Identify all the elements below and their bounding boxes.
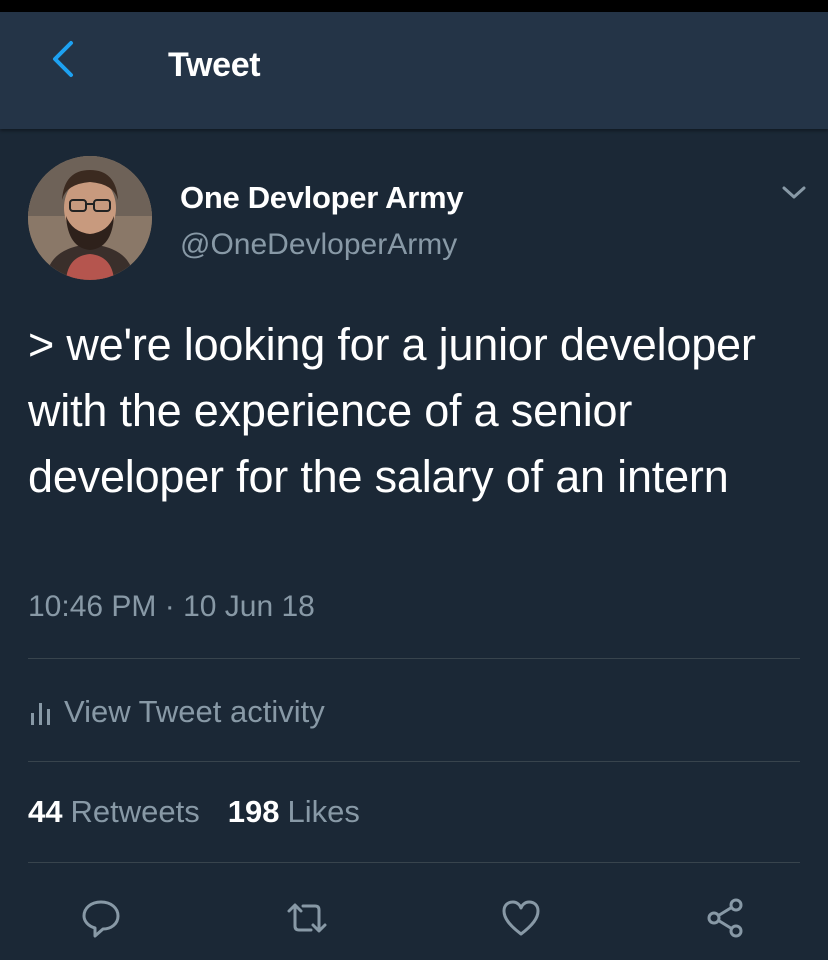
back-button[interactable] [40, 36, 86, 82]
likes-stat[interactable]: 198 Likes [228, 794, 360, 830]
user-handle[interactable]: @OneDevloperArmy [180, 228, 457, 262]
comment-icon [82, 900, 120, 938]
tweet-menu-button[interactable] [774, 178, 814, 208]
activity-label: View Tweet activity [64, 694, 325, 729]
bar-chart-icon [31, 703, 50, 725]
back-chevron-icon [53, 41, 73, 77]
divider [28, 658, 800, 659]
reply-button[interactable] [76, 893, 126, 943]
divider [28, 761, 800, 762]
tweet-stats: 44 Retweets 198 Likes [28, 794, 360, 830]
tweet-timestamp: 10:46 PM · 10 Jun 18 [28, 590, 315, 623]
page-title: Tweet [168, 46, 261, 84]
share-icon [707, 898, 743, 938]
likes-label: Likes [287, 794, 360, 829]
tweet-author: One Devloper Army @OneDevloperArmy [28, 156, 808, 286]
avatar-image [28, 156, 152, 280]
chevron-down-icon [782, 186, 806, 199]
divider [28, 862, 800, 863]
view-tweet-activity-button[interactable]: View Tweet activity [28, 690, 325, 734]
share-button[interactable] [700, 893, 750, 943]
tweet-text: > we're looking for a junior developer w… [28, 319, 756, 502]
heart-icon [502, 900, 540, 936]
likes-count: 198 [227, 794, 280, 829]
app-bar: Tweet [0, 12, 828, 129]
status-bar [0, 0, 828, 12]
retweets-label: Retweets [70, 794, 200, 829]
retweet-button[interactable] [282, 893, 332, 943]
display-name[interactable]: One Devloper Army [180, 180, 463, 216]
retweets-stat[interactable]: 44 Retweets [28, 794, 200, 830]
like-button[interactable] [496, 893, 546, 943]
retweet-icon [287, 903, 327, 933]
avatar[interactable] [28, 156, 152, 280]
retweets-count: 44 [28, 794, 63, 829]
